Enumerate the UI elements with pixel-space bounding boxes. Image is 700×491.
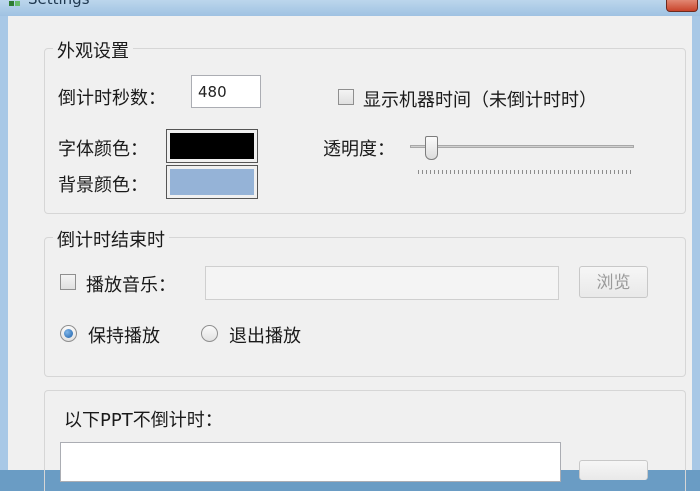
dialog-client-area: 外观设置 倒计时秒数： 显示机器时间（未倒计时时） 字体颜色： 背景颜色： 透明… <box>8 16 692 491</box>
app-icon <box>9 1 20 6</box>
play-music-label: 播放音乐： <box>86 275 176 296</box>
window-title: Settings <box>28 0 90 8</box>
font-color-label: 字体颜色： <box>58 139 148 160</box>
font-color-swatch[interactable] <box>166 129 258 163</box>
close-button[interactable] <box>666 0 698 12</box>
exclude-ppt-label: 以下PPT不倒计时： <box>64 410 223 431</box>
countdown-seconds-input[interactable] <box>191 75 261 108</box>
opacity-slider-track[interactable] <box>410 145 634 148</box>
background-color-label: 背景颜色： <box>58 175 148 196</box>
background-color-swatch[interactable] <box>166 165 258 199</box>
appearance-legend: 外观设置 <box>53 37 133 63</box>
side-button[interactable] <box>579 460 648 480</box>
countdown-seconds-label: 倒计时秒数： <box>58 88 166 109</box>
exit-playing-radio[interactable] <box>201 325 218 342</box>
countdown-end-legend: 倒计时结束时 <box>53 226 169 252</box>
countdown-end-group: 倒计时结束时 <box>44 226 686 377</box>
play-music-checkbox[interactable] <box>60 274 76 290</box>
keep-playing-label: 保持播放 <box>88 326 160 347</box>
opacity-slider-thumb[interactable] <box>424 136 438 160</box>
opacity-label: 透明度： <box>323 139 395 160</box>
opacity-slider-ticks <box>418 170 634 174</box>
keep-playing-radio[interactable] <box>60 325 77 342</box>
browse-button[interactable]: 浏览 <box>579 266 648 298</box>
show-clock-checkbox[interactable] <box>338 89 354 105</box>
music-path-input[interactable] <box>205 266 559 300</box>
show-clock-label: 显示机器时间（未倒计时时） <box>363 90 597 111</box>
exit-playing-label: 退出播放 <box>229 326 301 347</box>
exclude-ppt-list[interactable] <box>60 442 561 482</box>
title-bar[interactable]: Settings <box>0 0 700 16</box>
background-color-fill <box>170 169 254 195</box>
font-color-fill <box>170 133 254 159</box>
